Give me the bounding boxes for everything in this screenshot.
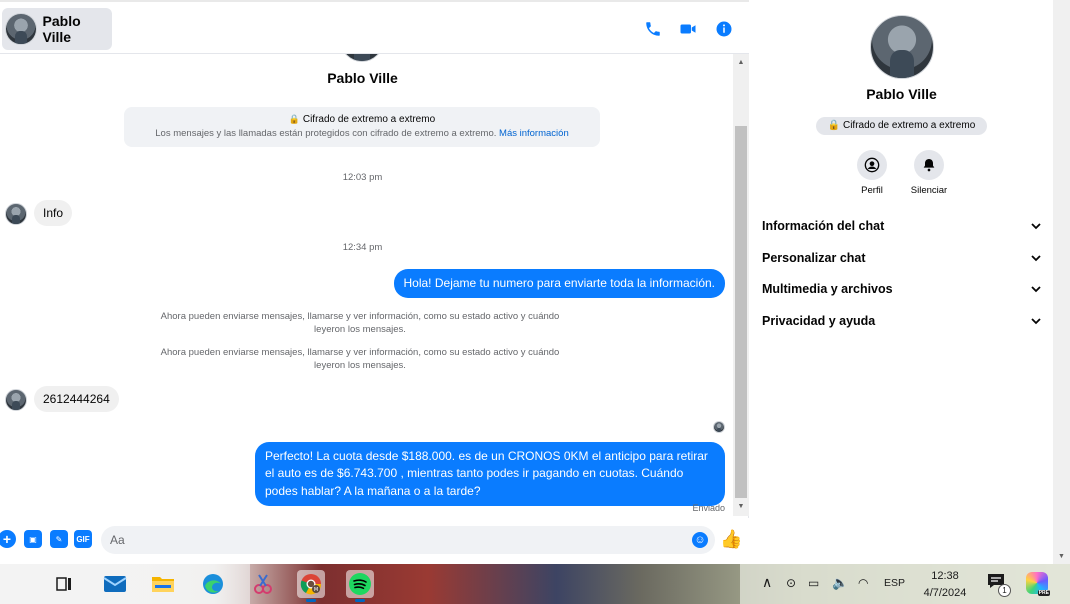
plus-icon[interactable]: +	[0, 530, 16, 548]
clock-date: 4/7/2024	[923, 587, 967, 599]
chevron-down-icon	[1031, 255, 1041, 262]
contact-name: Pablo Ville	[42, 13, 81, 45]
more-info-link[interactable]: Más información	[499, 128, 569, 139]
section-label: Personalizar chat	[762, 251, 866, 265]
system-note: Ahora pueden enviarse mensajes, llamarse…	[160, 347, 560, 372]
mail-icon[interactable]	[101, 570, 129, 598]
info-contact-name: Pablo Ville	[866, 86, 937, 102]
scroll-thumb[interactable]	[735, 126, 747, 498]
e2e-text: Los mensajes y las llamadas están proteg…	[155, 128, 497, 139]
e2e-notice: 🔒 Cifrado de extremo a extremo Los mensa…	[124, 107, 600, 147]
profile-button[interactable]: Perfil	[847, 150, 897, 196]
info-avatar[interactable]	[870, 15, 934, 79]
lock-icon: 🔒	[288, 114, 301, 124]
phone-icon[interactable]	[643, 19, 663, 39]
thumbs-up-icon[interactable]: 👍	[720, 528, 742, 550]
message-list[interactable]: Pablo Ville 🔒 Cifrado de extremo a extre…	[0, 54, 733, 516]
windows-taskbar: M ∧ ⊙ ▭ 🔈 ◠ ESP 12:38 4/7/2024 1 PRE	[0, 564, 1070, 604]
e2e-badge-label: Cifrado de extremo a extremo	[842, 120, 976, 131]
composer: + ▣ ✎ GIF ☺ 👍	[0, 518, 749, 564]
conversation-info-panel: Pablo Ville 🔒 Cifrado de extremo a extre…	[750, 0, 1053, 564]
chevron-down-icon	[1031, 223, 1041, 230]
lock-icon: 🔒	[827, 120, 841, 131]
scroll-down-arrow[interactable]: ▼	[1053, 553, 1070, 560]
copilot-preview-badge: PRE	[1037, 590, 1050, 596]
file-explorer-icon[interactable]	[149, 570, 177, 598]
sender-avatar[interactable]	[5, 389, 27, 411]
edge-icon[interactable]	[199, 570, 227, 598]
section-media-files[interactable]: Multimedia y archivos	[762, 277, 1042, 301]
contact-avatar	[5, 13, 37, 45]
notification-count: 1	[998, 584, 1011, 597]
incoming-message[interactable]: Info	[34, 200, 73, 227]
e2e-title: Cifrado de extremo a extremo	[302, 114, 436, 125]
page-scrollbar[interactable]: ▼	[1053, 0, 1070, 564]
outgoing-message[interactable]: Hola! Dejame tu numero para enviarte tod…	[393, 269, 725, 299]
timestamp: 12:34 pm	[342, 242, 383, 253]
section-privacy-help[interactable]: Privacidad y ayuda	[762, 309, 1042, 333]
chat-pane: Pablo Ville Pablo Ville 🔒 Cifrado de ext…	[0, 0, 749, 564]
sender-avatar[interactable]	[5, 203, 27, 225]
sent-status: Enviado	[692, 503, 725, 513]
task-view-icon[interactable]	[50, 570, 78, 598]
message-input-wrapper: ☺	[101, 526, 715, 554]
gif-icon[interactable]: GIF	[74, 530, 92, 548]
chevron-down-icon	[1031, 318, 1041, 325]
chevron-down-icon	[1031, 286, 1041, 293]
spotify-icon[interactable]	[346, 570, 374, 602]
incoming-message[interactable]: 2612444264	[34, 386, 119, 413]
snipping-tool-icon[interactable]	[249, 570, 277, 598]
volume-icon[interactable]: 🔈	[832, 575, 848, 591]
thread-avatar	[340, 54, 384, 62]
profile-icon	[857, 150, 887, 180]
contact-header-button[interactable]: Pablo Ville	[2, 8, 112, 50]
mute-label: Silenciar	[910, 185, 948, 196]
emoji-icon[interactable]: ☺	[692, 532, 708, 548]
section-label: Multimedia y archivos	[762, 282, 893, 296]
battery-icon[interactable]: ▭	[808, 576, 819, 590]
copilot-icon[interactable]: PRE	[1026, 572, 1050, 596]
profile-label: Perfil	[861, 185, 883, 196]
system-note: Ahora pueden enviarse mensajes, llamarse…	[160, 311, 560, 336]
system-clock[interactable]: 12:38 4/7/2024	[918, 568, 972, 602]
message-scrollbar[interactable]: ▲ ▼	[733, 54, 749, 516]
sticker-icon[interactable]: ✎	[50, 530, 68, 548]
video-icon[interactable]	[678, 19, 698, 39]
section-label: Información del chat	[762, 219, 885, 233]
chat-header: Pablo Ville	[0, 0, 749, 54]
section-label: Privacidad y ayuda	[762, 314, 876, 328]
scroll-down-arrow[interactable]: ▼	[733, 500, 749, 514]
bell-icon	[914, 150, 944, 180]
section-chat-info[interactable]: Información del chat	[762, 214, 1042, 238]
outgoing-message[interactable]: Perfecto! La cuota desde $188.000. es de…	[255, 442, 725, 507]
notification-center-button[interactable]: 1	[986, 572, 1014, 597]
read-receipt-avatar	[713, 421, 725, 433]
thread-title: Pablo Ville	[327, 70, 398, 86]
clock-time: 12:38	[931, 570, 959, 582]
location-icon[interactable]: ⊙	[786, 576, 796, 590]
message-input[interactable]	[110, 531, 680, 549]
gallery-icon[interactable]: ▣	[24, 530, 42, 548]
input-language[interactable]: ESP	[884, 577, 905, 589]
svg-text:M: M	[314, 587, 318, 593]
chevron-up-icon[interactable]: ∧	[762, 574, 772, 591]
info-icon[interactable]	[714, 19, 734, 39]
e2e-badge[interactable]: 🔒 Cifrado de extremo a extremo	[816, 117, 987, 135]
scroll-up-arrow[interactable]: ▲	[733, 56, 749, 70]
timestamp: 12:03 pm	[342, 172, 383, 183]
mute-button[interactable]: Silenciar	[904, 150, 954, 196]
wifi-icon[interactable]: ◠	[858, 576, 868, 590]
section-customize-chat[interactable]: Personalizar chat	[762, 246, 1042, 270]
chrome-icon[interactable]: M	[297, 570, 325, 602]
